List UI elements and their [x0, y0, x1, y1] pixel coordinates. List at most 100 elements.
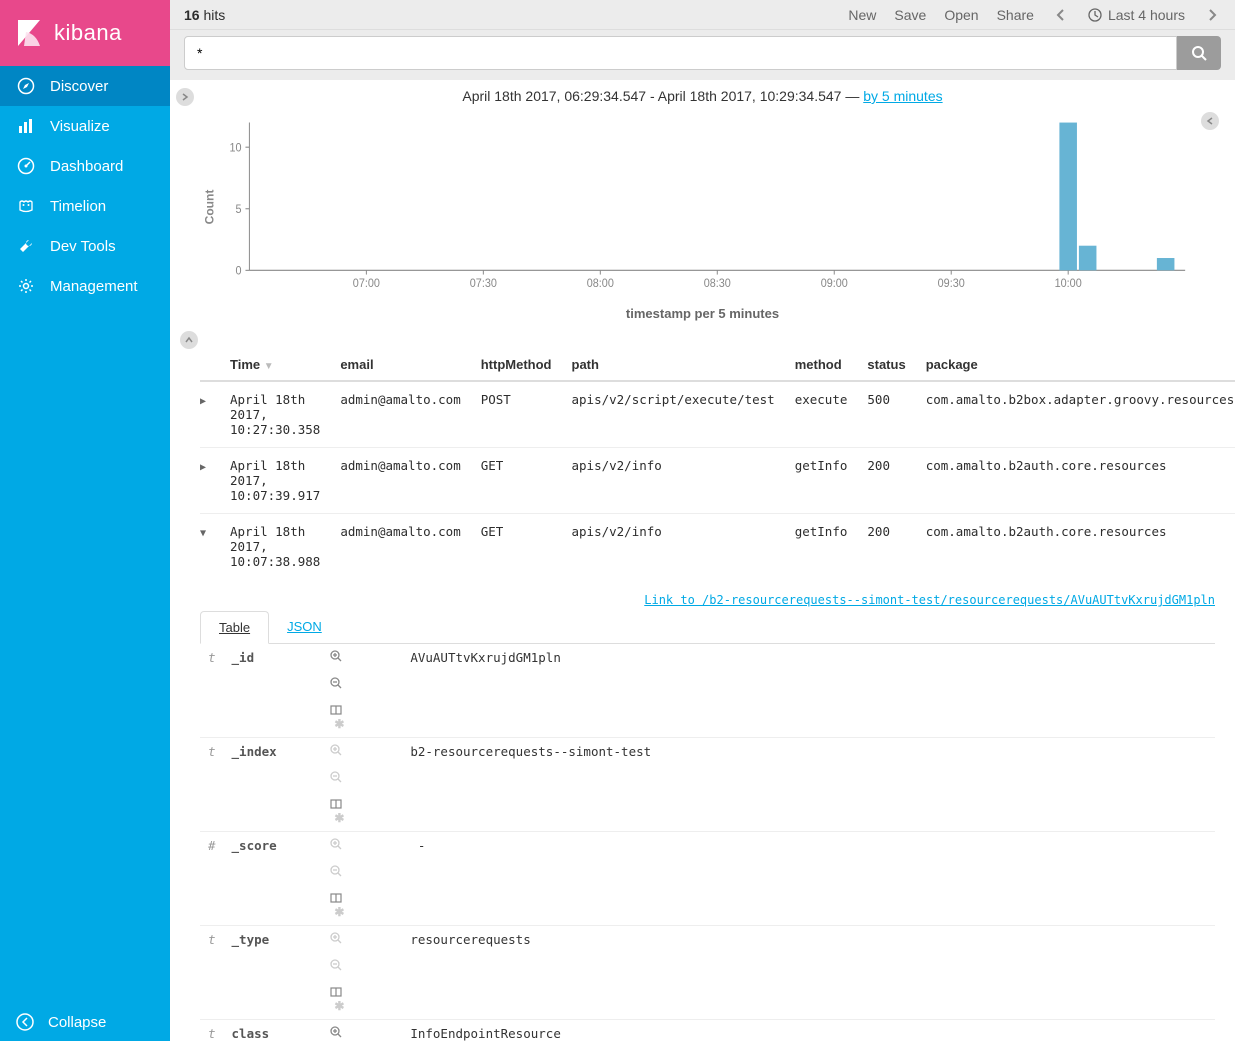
detail-tabs: TableJSON [200, 611, 1215, 644]
col-method[interactable]: method [785, 349, 858, 381]
time-summary: April 18th 2017, 06:29:34.547 - April 18… [170, 80, 1235, 108]
share-button[interactable]: Share [997, 7, 1034, 23]
svg-text:08:30: 08:30 [704, 278, 731, 290]
toggle-column-icon[interactable] [330, 986, 394, 998]
tab-json[interactable]: JSON [269, 611, 340, 643]
cell-path: apis/v2/info [562, 448, 785, 514]
exists-filter-icon[interactable]: ✱ [334, 717, 344, 731]
filter-for-value-icon[interactable] [330, 838, 394, 850]
cell-httpmethod: POST [471, 381, 562, 448]
time-picker[interactable]: Last 4 hours [1088, 7, 1185, 23]
brand-text: kibana [54, 20, 122, 46]
collapse-chart-button[interactable] [180, 331, 198, 349]
chart-reset-zoom-button[interactable] [1201, 112, 1219, 130]
main: 16 hits New Save Open Share Last 4 hours [170, 0, 1235, 1041]
topbar: 16 hits New Save Open Share Last 4 hours [170, 0, 1235, 30]
collapse-label: Collapse [48, 1014, 106, 1031]
time-label: Last 4 hours [1108, 7, 1185, 23]
svg-text:08:00: 08:00 [587, 278, 614, 290]
svg-text:07:00: 07:00 [353, 278, 380, 290]
filter-for-value-icon[interactable] [330, 1026, 394, 1038]
nav-item-discover[interactable]: Discover [0, 66, 170, 106]
field-actions: ✱ [322, 1020, 402, 1041]
time-next-button[interactable] [1203, 9, 1221, 21]
nav-item-visualize[interactable]: Visualize [0, 106, 170, 146]
filter-out-value-icon[interactable] [330, 959, 394, 971]
new-button[interactable]: New [848, 7, 876, 23]
svg-text:0: 0 [235, 265, 241, 277]
table-row: ▶April 18th 2017, 10:07:39.917admin@amal… [200, 448, 1235, 514]
open-button[interactable]: Open [944, 7, 978, 23]
col-package[interactable]: package [916, 349, 1235, 381]
cell-email: admin@amalto.com [330, 448, 470, 514]
col-email[interactable]: email [330, 349, 470, 381]
toggle-column-icon[interactable] [330, 798, 394, 810]
col-path[interactable]: path [562, 349, 785, 381]
nav-item-management[interactable]: Management [0, 266, 170, 306]
toggle-filters-button[interactable] [176, 88, 194, 106]
field-actions: ✱ [322, 738, 402, 832]
svg-text:09:00: 09:00 [821, 278, 848, 290]
filter-out-value-icon[interactable] [330, 771, 394, 783]
nav-item-timelion[interactable]: Timelion [0, 186, 170, 226]
collapse-sidebar-button[interactable]: Collapse [0, 1003, 170, 1041]
gear-icon [16, 276, 36, 296]
filter-out-value-icon[interactable] [330, 677, 394, 689]
filter-out-value-icon[interactable] [330, 865, 394, 877]
nav-item-dev-tools[interactable]: Dev Tools [0, 226, 170, 266]
expand-row-button[interactable]: ▶ [200, 462, 206, 473]
cell-httpmethod: GET [471, 448, 562, 514]
time-prev-button[interactable] [1052, 9, 1070, 21]
searchbar [170, 30, 1235, 80]
clock-icon [1088, 8, 1102, 22]
nav-label: Management [50, 278, 138, 295]
col-time[interactable]: Time ▼ [220, 349, 330, 381]
field-value: - [402, 832, 1215, 926]
field-name: _index [224, 738, 323, 832]
filter-for-value-icon[interactable] [330, 650, 394, 662]
col-status[interactable]: status [857, 349, 915, 381]
field-value: resourcerequests [402, 926, 1215, 1020]
search-input[interactable] [184, 36, 1177, 70]
cell-httpmethod: GET [471, 514, 562, 580]
tab-table[interactable]: Table [200, 611, 269, 644]
wrench-icon [16, 236, 36, 256]
field-actions: ✱ [322, 832, 402, 926]
field-type: t [200, 738, 224, 832]
cell-method: getInfo [785, 448, 858, 514]
field-type: t [200, 1020, 224, 1041]
search-button[interactable] [1177, 36, 1221, 70]
hits-count: 16 hits [184, 7, 225, 23]
expand-row-button[interactable]: ▶ [200, 396, 206, 407]
save-button[interactable]: Save [894, 7, 926, 23]
exists-filter-icon[interactable]: ✱ [334, 999, 344, 1013]
nav-item-dashboard[interactable]: Dashboard [0, 146, 170, 186]
doc-link-anchor[interactable]: Link to /b2-resourcerequests--simont-tes… [644, 593, 1215, 607]
histogram-chart[interactable]: Count 051007:0007:3008:0008:3009:0009:30… [210, 112, 1195, 302]
field-type: # [200, 832, 224, 926]
field-row: tclass✱InfoEndpointResource [200, 1020, 1215, 1041]
logo[interactable]: kibana [0, 0, 170, 66]
toggle-column-icon[interactable] [330, 892, 394, 904]
topbar-actions: New Save Open Share Last 4 hours [848, 7, 1221, 23]
field-row: #_score✱ - [200, 832, 1215, 926]
field-table: t_id✱AVuAUTtvKxrujdGM1plnt_index✱b2-reso… [200, 644, 1215, 1041]
exists-filter-icon[interactable]: ✱ [334, 811, 344, 825]
nav-label: Discover [50, 78, 108, 95]
timelion-icon [16, 196, 36, 216]
filter-for-value-icon[interactable] [330, 932, 394, 944]
expand-row-button[interactable]: ▼ [200, 528, 206, 539]
cell-email: admin@amalto.com [330, 381, 470, 448]
filter-for-value-icon[interactable] [330, 744, 394, 756]
cell-method: execute [785, 381, 858, 448]
field-type: t [200, 644, 224, 738]
kibana-logo-icon [14, 18, 44, 48]
bar-chart-icon [16, 116, 36, 136]
cell-path: apis/v2/script/execute/test [562, 381, 785, 448]
nav-label: Dev Tools [50, 238, 116, 255]
cell-time: April 18th 2017, 10:07:38.988 [220, 514, 330, 580]
col-httpmethod[interactable]: httpMethod [471, 349, 562, 381]
exists-filter-icon[interactable]: ✱ [334, 905, 344, 919]
toggle-column-icon[interactable] [330, 704, 394, 716]
interval-link[interactable]: by 5 minutes [863, 88, 942, 104]
